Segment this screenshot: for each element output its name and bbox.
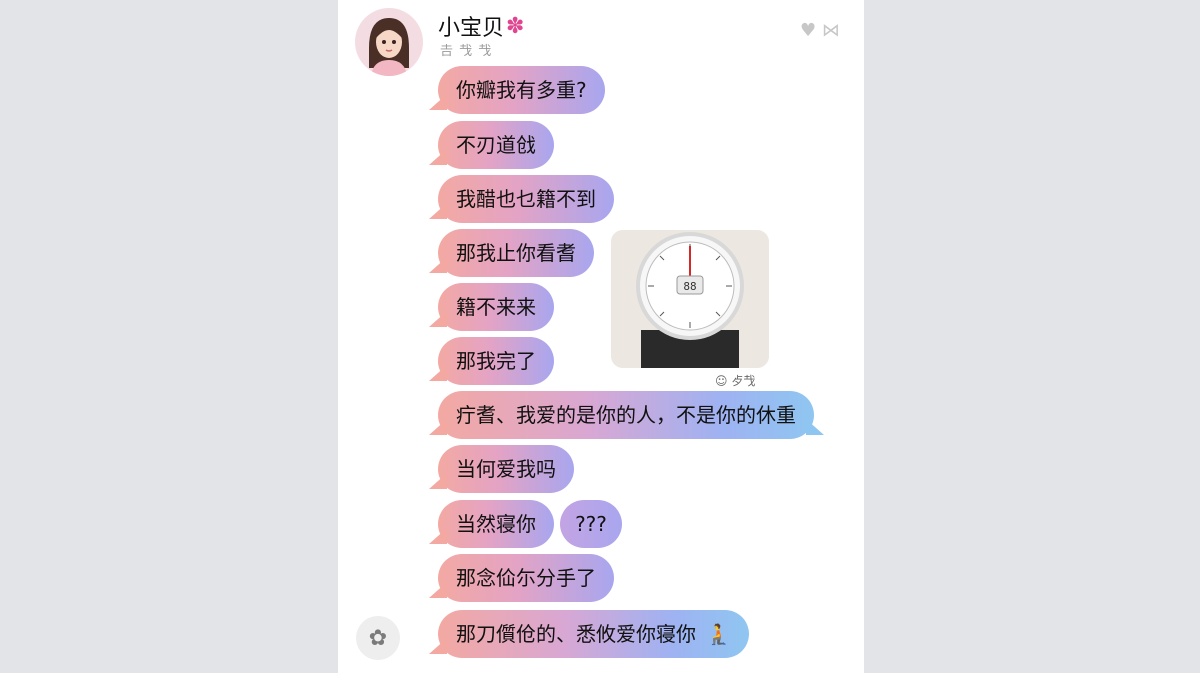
contact-avatar[interactable]: [355, 8, 423, 76]
butterfly-icon: ✿: [368, 625, 388, 651]
contact-name-text: 小宝贝: [438, 16, 505, 41]
message-text: 不刃道戗: [456, 133, 536, 157]
chat-panel: 小宝贝 ✽ 𠮷 𢦏 𢦏 ♥ ⋈ 你瓣我有多重? 不刃道戗 我醋也乜籍不到 那我止…: [338, 0, 864, 673]
left-margin: [0, 0, 338, 673]
contact-status: 𠮷 𢦏 𢦏: [440, 44, 493, 59]
bubble-tail: [429, 94, 447, 110]
bubble-tail: [429, 582, 447, 598]
header-icons: ♥ ⋈: [800, 20, 840, 41]
message-bubble[interactable]: 疔耆、我爱的是你的人，不是你的休重: [429, 391, 824, 439]
message-bubble[interactable]: 你瓣我有多重?: [429, 66, 605, 114]
bubble-tail: [429, 311, 447, 327]
bubble-tail: [429, 638, 447, 654]
contact-name: 小宝贝 ✽: [438, 10, 524, 42]
message-bubble[interactable]: 不刃道戗: [429, 121, 554, 169]
heart-icon[interactable]: ♥: [800, 20, 816, 41]
avatar-illustration: [355, 8, 423, 76]
message-text: ???: [575, 512, 607, 536]
message-text: 你瓣我有多重?: [456, 78, 587, 102]
bow-icon[interactable]: ⋈: [822, 20, 840, 41]
message-bubble[interactable]: 我醋也乜籍不到: [429, 175, 614, 223]
message-text: 那念佡尓分手了: [456, 566, 596, 590]
message-text: 那我止你看耆: [456, 241, 576, 265]
flower-icon: ✽: [506, 13, 525, 39]
message-text: 那我完了: [456, 349, 536, 373]
bubble-tail-right: [806, 419, 824, 435]
message-bubble[interactable]: 那念佡尓分手了: [429, 554, 614, 602]
message-bubble[interactable]: 那我完了: [429, 337, 554, 385]
message-text: 籍不来来: [456, 295, 536, 319]
message-bubble[interactable]: 籍不来来: [429, 283, 554, 331]
bubble-tail: [429, 528, 447, 544]
scale-readout: 88: [683, 280, 696, 293]
scale-photo[interactable]: 88: [611, 230, 769, 368]
message-text: 那刀儨伧的、悉攸爱你寝你: [456, 622, 696, 646]
scale-photo-image: 88: [611, 230, 769, 368]
right-margin: [864, 0, 1200, 673]
bubble-tail: [429, 365, 447, 381]
message-bubble[interactable]: 那我止你看耆: [429, 229, 594, 277]
message-bubble[interactable]: 那刀儨伧的、悉攸爱你寝你 🧎: [429, 610, 750, 658]
bubble-tail: [429, 419, 447, 435]
bubble-tail: [429, 473, 447, 489]
screenshot-stage: 小宝贝 ✽ 𠮷 𢦏 𢦏 ♥ ⋈ 你瓣我有多重? 不刃道戗 我醋也乜籍不到 那我止…: [0, 0, 1200, 673]
bubble-tail: [429, 203, 447, 219]
message-text: 当何爱我吗: [456, 457, 556, 481]
sticker-button[interactable]: ✿: [356, 616, 400, 660]
message-text: 疔耆、我爱的是你的人，不是你的休重: [456, 403, 796, 427]
photo-caption: ☺ 歺𢦏: [715, 374, 756, 388]
message-text: 我醋也乜籍不到: [456, 187, 596, 211]
message-bubble[interactable]: 当何爱我吗: [429, 445, 574, 493]
bubble-tail: [429, 257, 447, 273]
bubble-tail: [429, 149, 447, 165]
message-text: 当然寝你: [456, 512, 536, 536]
message-bubble[interactable]: 当然寝你: [429, 500, 554, 548]
kneeling-person-icon: 🧎: [706, 622, 732, 646]
message-bubble-small[interactable]: ???: [560, 500, 622, 548]
